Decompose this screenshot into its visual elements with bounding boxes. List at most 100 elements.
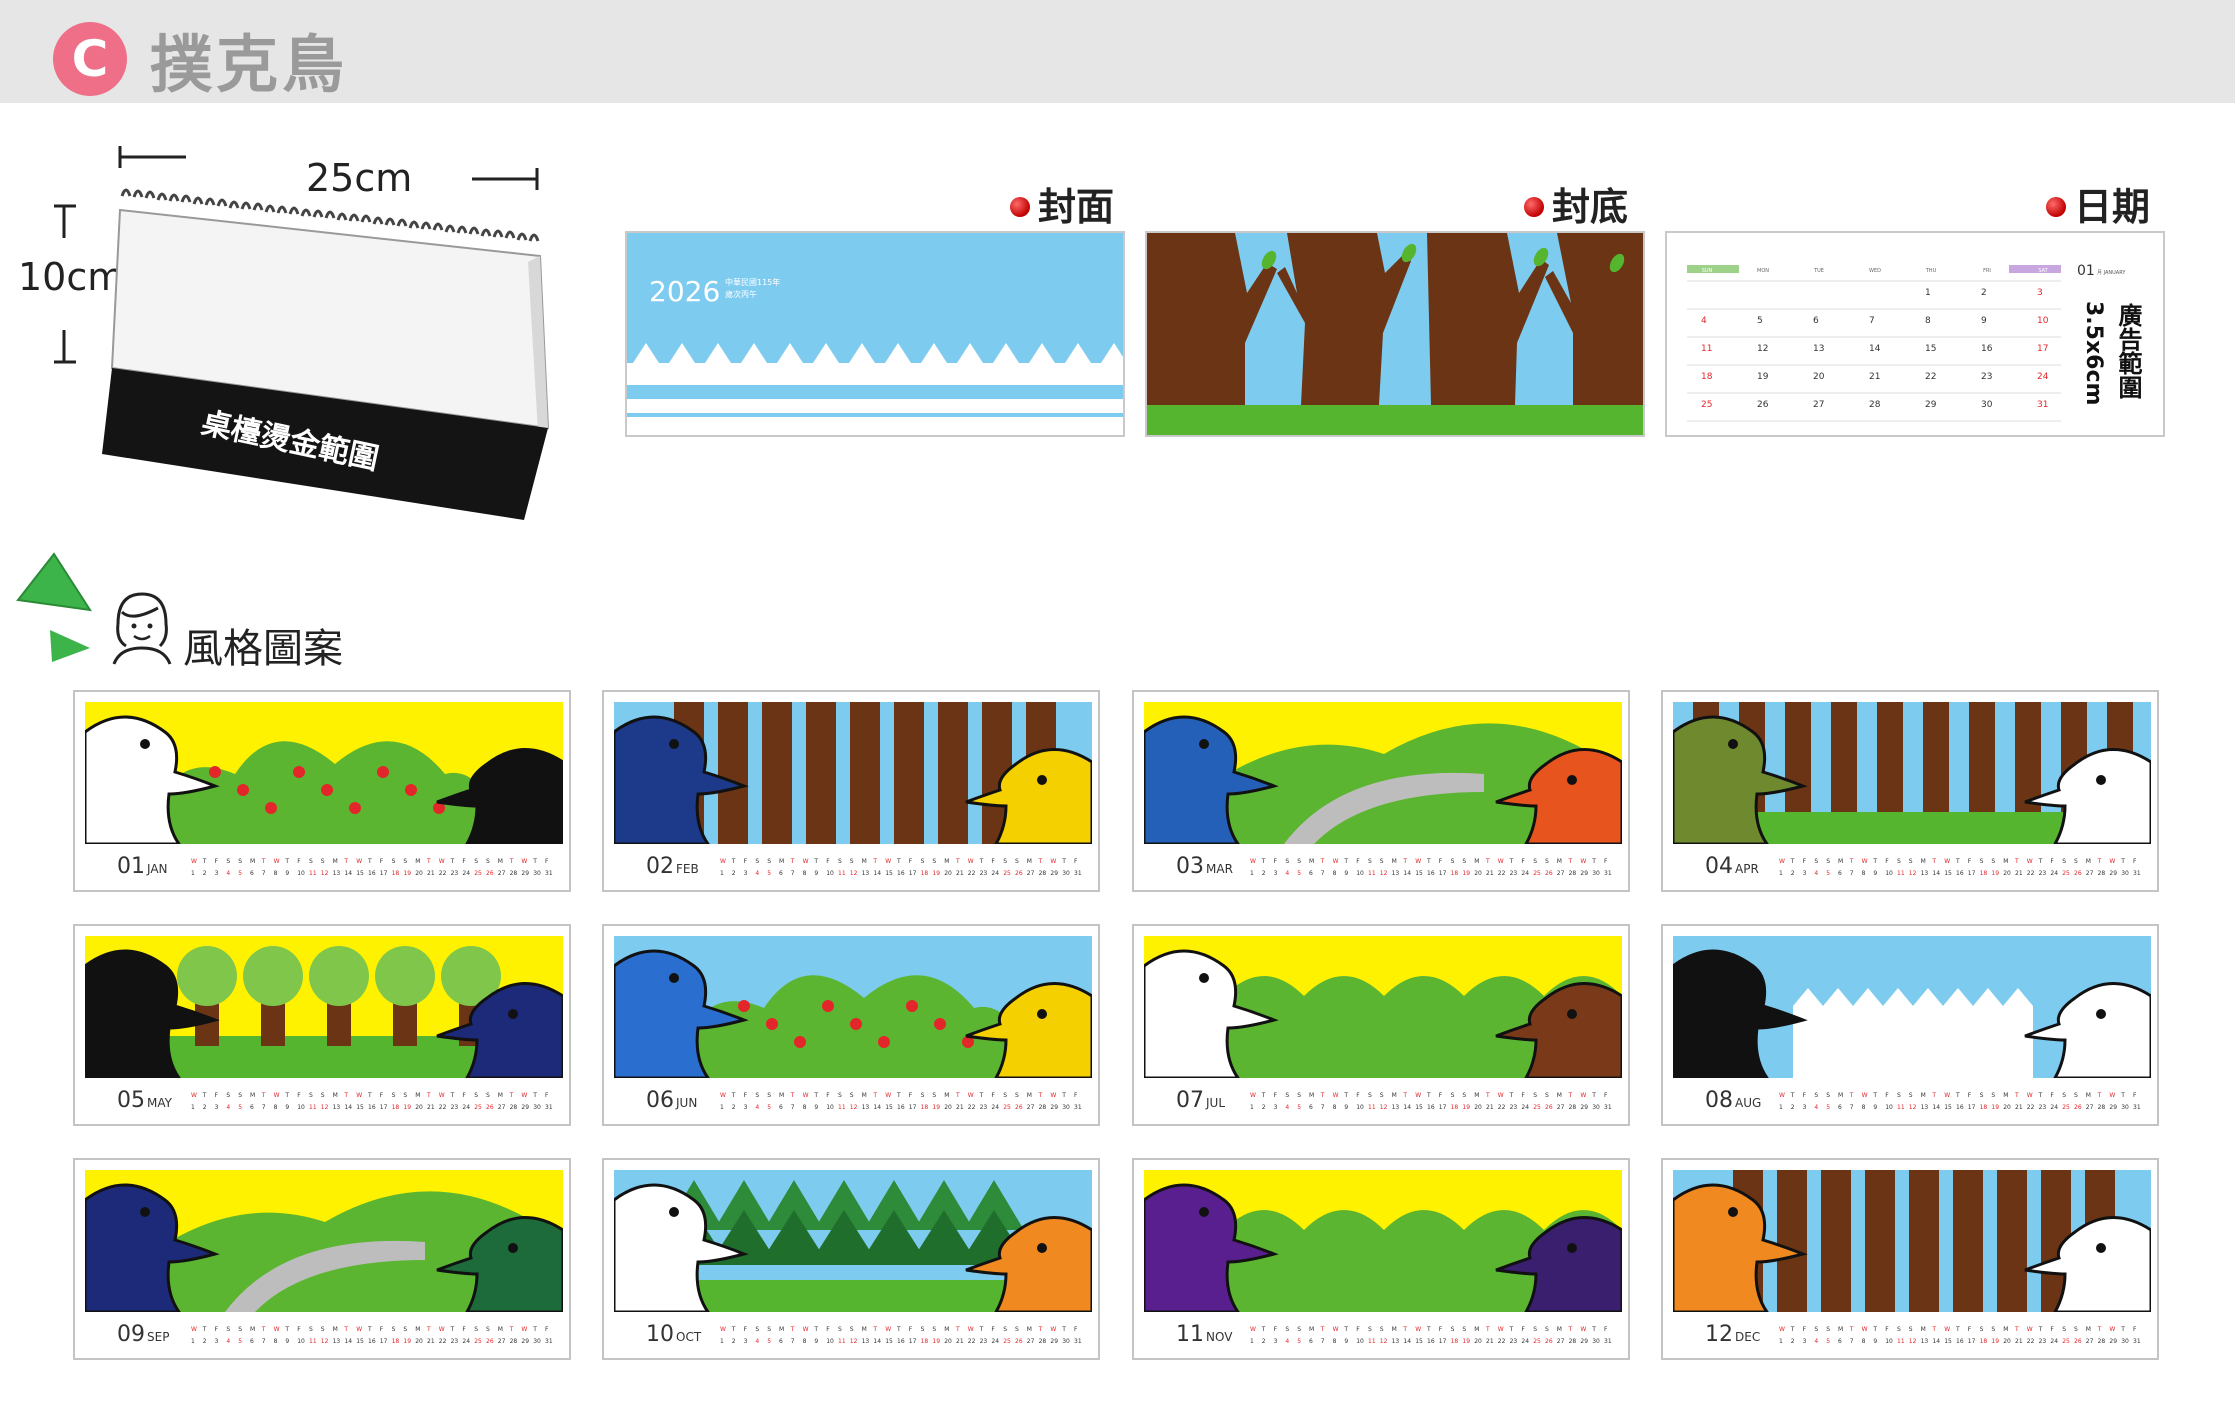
mini-calendar-weekday: S (1545, 858, 1549, 865)
mini-calendar-weekday: T (2014, 858, 2019, 865)
mini-calendar-day: 14 (1932, 1104, 1940, 1111)
mini-calendar-weekday: T (979, 1092, 984, 1099)
mini-calendar-day: 5 (238, 870, 242, 877)
mini-calendar-day: 30 (1592, 1338, 1600, 1345)
mini-calendar-day: 13 (1921, 870, 1929, 877)
mini-calendar-weekday: M (944, 858, 949, 865)
mini-calendar-weekday: F (2050, 1326, 2054, 1333)
mini-calendar-weekday: T (813, 1092, 818, 1099)
mini-calendar-weekday: F (744, 1092, 748, 1099)
mini-calendar-day: 11 (309, 870, 317, 877)
mini-calendar-weekday: T (813, 1326, 818, 1333)
mini-calendar-weekday: S (767, 1326, 771, 1333)
mini-calendar-day: 19 (1462, 1338, 1470, 1345)
mini-calendar-day: 30 (1592, 870, 1600, 877)
mini-calendar-weekday: T (426, 1326, 431, 1333)
mini-calendar-day: 15 (885, 870, 893, 877)
mini-calendar-weekday: S (1462, 1092, 1466, 1099)
month-number: 04 APR (1705, 854, 1759, 879)
mini-calendar-weekday: M (862, 1092, 867, 1099)
mini-calendar-day: 23 (1510, 1104, 1518, 1111)
mini-calendar-weekday: S (238, 1092, 242, 1099)
mini-calendar-weekday: M (498, 1092, 503, 1099)
date-cell: 2 (1981, 288, 1987, 298)
mini-calendar-day: 9 (814, 870, 818, 877)
mini-calendar-day: 19 (403, 1338, 411, 1345)
mini-calendar-day: 4 (755, 1338, 759, 1345)
mini-calendar-weekday: T (450, 1326, 455, 1333)
mini-calendar-weekday: F (1604, 858, 1608, 865)
mini-calendar-weekday: W (968, 1326, 974, 1333)
mini-calendar-weekday: T (896, 1092, 901, 1099)
mini-calendar-weekday: M (862, 1326, 867, 1333)
mini-calendar-weekday: F (744, 1326, 748, 1333)
mini-calendar-day: 9 (814, 1104, 818, 1111)
mini-calendar-day: 21 (956, 1104, 964, 1111)
mini-calendar-day: 25 (1003, 870, 1011, 877)
mini-calendar-day: 30 (533, 1104, 541, 1111)
mini-calendar-day: 24 (991, 1104, 999, 1111)
mini-calendar-day: 17 (1968, 870, 1976, 877)
mini-calendar-day: 22 (2027, 1338, 2035, 1345)
month-number: 09 SEP (117, 1322, 169, 1347)
mini-calendar-weekday: M (1309, 858, 1314, 865)
mini-calendar-day: 9 (285, 870, 289, 877)
mini-calendar-weekday: M (1557, 1092, 1562, 1099)
mini-calendar-day: 4 (1285, 1338, 1289, 1345)
mini-calendar-weekday: W (885, 1092, 891, 1099)
mini-calendar-weekday: T (1485, 1326, 1490, 1333)
mini-calendar-day: 25 (2062, 1338, 2070, 1345)
ad-area-label: 廣告範圍 (2114, 303, 2142, 399)
mini-calendar-weekday: T (426, 1092, 431, 1099)
mini-calendar: W1T2F3S4S5M6T7W8T9F10S11S12M13T14W15T16F… (1779, 1326, 2141, 1345)
month-card: 10 OCT W 1 T 2 F 3 S 4 S 5 M 6 T 7 W 8 T 9 F 10 S 11 S 12 M 13 T 14 W 1… (602, 1158, 1100, 1360)
mini-calendar-weekday: S (1980, 1326, 1984, 1333)
mini-calendar-day: 11 (309, 1104, 317, 1111)
mini-calendar-day: 7 (1850, 1338, 1854, 1345)
mini-calendar-day: 12 (1909, 870, 1917, 877)
mini-calendar-day: 24 (991, 870, 999, 877)
mini-calendar-weekday: T (1320, 1092, 1325, 1099)
month-card: 02 FEB W 1 T 2 F 3 S 4 S 5 M 6 T 7 W 8 T 9 F 10 S 11 S 12 M 13 T 14 W 1… (602, 690, 1100, 892)
back-sample (1145, 231, 1645, 437)
mini-calendar-day: 13 (333, 1338, 341, 1345)
date-cell: 16 (1981, 344, 1993, 354)
mini-calendar-weekday: T (1955, 1092, 1960, 1099)
mini-calendar-day: 8 (1333, 870, 1337, 877)
mini-calendar-day: 15 (1415, 1104, 1423, 1111)
mini-calendar-day: 27 (1557, 1104, 1565, 1111)
mini-calendar-weekday: W (1333, 1326, 1339, 1333)
mini-calendar-day: 6 (1309, 1338, 1313, 1345)
mini-calendar-weekday: W (521, 1326, 527, 1333)
date-cell: 3 (2037, 288, 2043, 298)
mini-calendar-day: 20 (415, 870, 423, 877)
mini-calendar-day: 3 (1274, 870, 1278, 877)
month-digits: 10 (646, 1322, 674, 1347)
mini-calendar-weekday: W (803, 1326, 809, 1333)
month-illustration (1673, 936, 2151, 1078)
month-digits: 03 (1176, 854, 1204, 879)
mini-calendar-day: 19 (403, 870, 411, 877)
month-digits: 12 (1705, 1322, 1733, 1347)
mini-calendar-weekday: T (1320, 858, 1325, 865)
mini-calendar-day: 11 (1368, 870, 1376, 877)
mini-calendar-weekday: F (462, 1092, 466, 1099)
mini-calendar-day: 29 (521, 1104, 529, 1111)
mini-calendar-day: 24 (1521, 1104, 1529, 1111)
mini-calendar-day: 10 (1356, 1338, 1364, 1345)
mini-calendar-weekday: S (309, 1326, 313, 1333)
date-month-number: 01 (2077, 263, 2095, 279)
mini-calendar-weekday: T (790, 1092, 795, 1099)
mini-calendar-day: 12 (1380, 1104, 1388, 1111)
mini-calendar-day: 12 (850, 1338, 858, 1345)
mini-calendar-day: 4 (226, 1338, 230, 1345)
mini-calendar-weekday: S (1297, 858, 1301, 865)
mini-calendar-day: 20 (1474, 1338, 1482, 1345)
mini-calendar-weekday: S (1368, 1092, 1372, 1099)
mini-calendar-weekday: M (1027, 858, 1032, 865)
mini-calendar-weekday: W (1050, 1092, 1056, 1099)
date-cell: 26 (1757, 400, 1769, 410)
mini-calendar: W1T2F3S4S5M6T7W8T9F10S11S12M13T14W15T16F… (720, 858, 1082, 877)
mini-calendar-weekday: S (309, 858, 313, 865)
mini-calendar-weekday: S (1003, 1092, 1007, 1099)
